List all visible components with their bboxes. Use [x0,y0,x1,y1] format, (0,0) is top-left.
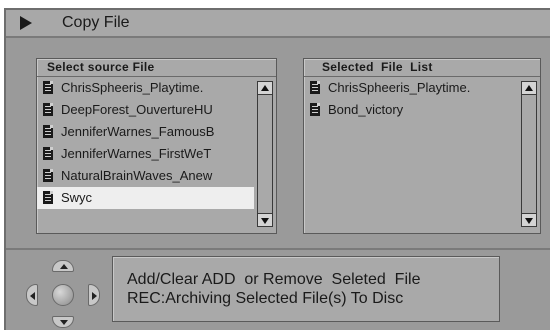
file-icon [310,103,320,116]
source-item-label: JenniferWarnes_FamousB [61,124,215,139]
file-icon [43,125,53,138]
selected-panel-title: Selected File List [322,60,433,74]
arrow-up-icon [60,264,68,269]
file-icon [43,81,53,94]
selected-scrollbar[interactable] [521,81,537,227]
scroll-down-button[interactable] [521,213,537,227]
scroll-down-button[interactable] [257,213,273,227]
file-icon [43,191,53,204]
selected-list-item[interactable]: Bond_victory [304,99,518,121]
file-icon [310,81,320,94]
help-line-add-remove: Add/Clear ADD or Remove Seleted File [127,271,421,288]
help-line-record: REC:Archiving Selected File(s) To Disc [127,290,404,307]
scroll-up-button[interactable] [521,81,537,95]
source-file-panel: Select source File ChrisSpheeris_Playtim… [36,58,277,234]
source-list-item-selected[interactable]: Swyc [37,187,254,209]
dpad-down-button[interactable] [52,316,74,328]
source-item-label: DeepForest_OuvertureHU [61,102,213,117]
dpad-ok-button[interactable] [52,284,74,306]
dpad-up-button[interactable] [52,260,74,272]
source-item-label: Swyc [61,190,93,205]
source-item-label: ChrisSpheeris_Playtime. [61,80,204,95]
source-list-item[interactable]: JenniferWarnes_FirstWeT [37,143,254,165]
arrow-down-icon [525,218,533,224]
copy-file-window: Copy File Select source File ChrisSpheer… [4,8,550,330]
source-panel-header: Select source File [37,59,276,77]
source-list-item[interactable]: DeepForest_OuvertureHU [37,99,254,121]
source-file-list[interactable]: ChrisSpheeris_Playtime. DeepForest_Ouver… [37,77,254,209]
arrow-right-icon [92,292,97,300]
source-item-label: JenniferWarnes_FirstWeT [61,146,212,161]
source-scrollbar[interactable] [257,81,273,227]
selected-file-panel: Selected File List ChrisSpheeris_Playtim… [303,58,541,234]
file-icon [43,147,53,160]
source-panel-title: Select source File [47,60,155,74]
play-icon [20,16,32,30]
arrow-down-icon [261,218,269,224]
divider [6,248,550,250]
selected-list-item[interactable]: ChrisSpheeris_Playtime. [304,77,518,99]
source-list-item[interactable]: JenniferWarnes_FamousB [37,121,254,143]
source-item-label: NaturalBrainWaves_Anew [61,168,213,183]
file-icon [43,169,53,182]
dpad-left-button[interactable] [26,284,38,306]
title-bar: Copy File [6,10,550,38]
selected-item-label: ChrisSpheeris_Playtime. [328,80,471,95]
source-list-item[interactable]: NaturalBrainWaves_Anew [37,165,254,187]
source-list-item[interactable]: ChrisSpheeris_Playtime. [37,77,254,99]
arrow-down-icon [60,320,68,325]
arrow-up-icon [261,85,269,91]
arrow-left-icon [30,292,35,300]
arrow-up-icon [525,85,533,91]
scroll-up-button[interactable] [257,81,273,95]
selected-file-list[interactable]: ChrisSpheeris_Playtime. Bond_victory [304,77,518,121]
selected-panel-header: Selected File List [304,59,540,77]
file-icon [43,103,53,116]
help-box: Add/Clear ADD or Remove Seleted File REC… [112,256,500,322]
navigation-dpad[interactable] [12,258,110,330]
dpad-right-button[interactable] [88,284,100,306]
selected-item-label: Bond_victory [328,102,404,117]
window-title: Copy File [62,14,130,31]
